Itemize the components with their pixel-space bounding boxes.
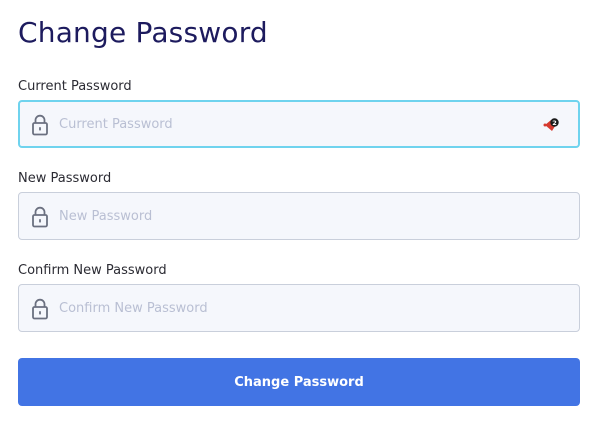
current-password-input[interactable]	[59, 102, 529, 146]
confirm-password-field[interactable]	[18, 284, 580, 332]
lock-icon	[32, 298, 48, 320]
page-title: Change Password	[18, 16, 268, 49]
change-password-page: Change Password Current Password 2 New P…	[0, 0, 589, 422]
confirm-password-label: Confirm New Password	[18, 263, 167, 278]
password-manager-icon[interactable]: 2	[542, 116, 560, 134]
confirm-password-input[interactable]	[59, 285, 529, 331]
new-password-field[interactable]	[18, 192, 580, 240]
password-manager-badge: 2	[552, 119, 557, 127]
change-password-button[interactable]: Change Password	[18, 358, 580, 406]
current-password-label: Current Password	[18, 79, 132, 94]
current-password-field[interactable]: 2	[18, 100, 580, 148]
lock-icon	[32, 114, 48, 136]
lock-icon	[32, 206, 48, 228]
new-password-label: New Password	[18, 171, 112, 186]
new-password-input[interactable]	[59, 193, 529, 239]
